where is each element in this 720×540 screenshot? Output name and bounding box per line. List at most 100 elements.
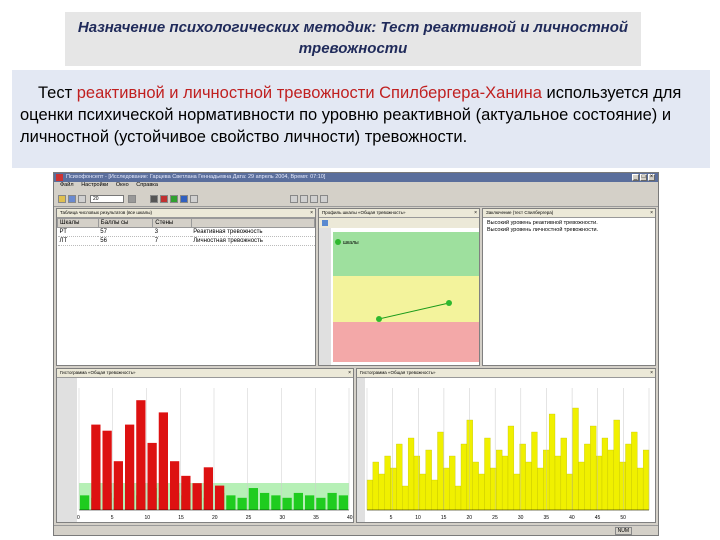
x-tick-label: 50 [620, 515, 626, 521]
description-part1: Тест [38, 84, 77, 102]
bar-yellow [466, 419, 473, 511]
table-row[interactable]: РТ 57 3 Реактивная тревожность [57, 227, 315, 237]
app-menubar: Файл Настройки Окно Справка [54, 182, 658, 191]
tile-icon[interactable] [310, 195, 318, 203]
cell-label: Личностная тревожность [191, 236, 315, 246]
bar-red [125, 424, 135, 510]
profile-toolbar [319, 218, 479, 228]
profile-title: Профиль шкалы «Общая тревожность» × [319, 209, 479, 218]
menu-settings[interactable]: Настройки [81, 182, 108, 188]
slide-title: Назначение психологических методик: Тест… [77, 19, 629, 57]
pane-close-icon[interactable]: × [310, 209, 313, 217]
bar-red [192, 483, 202, 510]
maximize-button[interactable]: □ [640, 174, 647, 181]
bar-yellow [460, 443, 468, 511]
cascade-icon[interactable] [300, 195, 308, 203]
bar-yellow [584, 443, 591, 511]
bar-yellow [496, 449, 503, 511]
pane-close-icon[interactable]: × [650, 369, 653, 377]
x-tick-label: 15 [441, 515, 447, 521]
bold-icon[interactable] [150, 195, 158, 203]
slide-title-box: Назначение психологических методик: Тест… [65, 12, 641, 66]
bar-green [260, 492, 270, 510]
profile-point-rt[interactable] [376, 316, 382, 322]
bar-yellow [642, 449, 650, 511]
histogram-right-pane: Гистограмма «Общая тревожность» × 5 10 15 20… [356, 368, 656, 523]
histogram-left-chart: 0 5 10 15 20 25 30 35 40 [57, 378, 353, 522]
bar-yellow [619, 461, 626, 511]
bar-yellow [449, 455, 456, 511]
bar-yellow [484, 437, 491, 511]
x-tick-label: 40 [347, 515, 353, 521]
grid-icon[interactable] [180, 195, 188, 203]
help-icon[interactable] [320, 195, 328, 203]
print-icon[interactable] [78, 195, 86, 203]
bar-yellow [572, 407, 579, 511]
bar-green [248, 488, 258, 510]
bar-yellow [454, 485, 462, 511]
profile-tool-icon[interactable] [322, 220, 328, 226]
bar-yellow [396, 443, 403, 511]
bar-yellow [525, 461, 532, 511]
y-axis-strip [57, 378, 77, 522]
save-icon[interactable] [68, 195, 76, 203]
x-tick-label: 5 [111, 515, 114, 521]
histogram-left-title: Гистограмма «Общая тревожность» × [57, 369, 353, 378]
bar-yellow [531, 431, 538, 511]
bar-yellow [431, 479, 438, 511]
pane-close-icon[interactable]: × [348, 369, 351, 377]
bar-yellow [554, 455, 562, 511]
bar-green [305, 495, 315, 510]
table-row[interactable]: ЛТ 56 7 Личностная тревожность [57, 236, 315, 246]
bar-green [237, 497, 247, 510]
table-icon[interactable] [170, 195, 178, 203]
results-table: Шкалы Баллы сы Стены РТ 57 3 Реактивная … [57, 218, 315, 246]
x-tick-label: 10 [145, 515, 151, 521]
bar-yellow [595, 455, 603, 511]
bar-green [226, 495, 236, 510]
bar-green [282, 497, 292, 510]
open-icon[interactable] [58, 195, 66, 203]
menu-file[interactable]: Файл [60, 182, 74, 188]
pane-close-icon[interactable]: × [650, 209, 653, 217]
results-table-pane: Таблица числовых результатов (все шкалы)… [56, 208, 316, 366]
conclusion-line: Высокий уровень реактивной тревожности. [487, 220, 598, 226]
cell-raw: 56 [98, 236, 153, 246]
bar-yellow [637, 467, 644, 511]
profile-point-lt[interactable] [446, 300, 452, 306]
bar-yellow [601, 437, 609, 511]
cell-scale: РТ [57, 227, 99, 237]
bar-yellow [437, 431, 444, 511]
bar-red [136, 400, 146, 510]
conclusion-line: Высокий уровень личностной тревожности. [487, 227, 599, 233]
legend-label: шкалы [343, 240, 359, 246]
description-text: Тест реактивной и личностной тревожности… [20, 82, 700, 148]
bar-yellow [507, 425, 515, 511]
dropdown-icon[interactable] [128, 195, 136, 203]
col-raw[interactable]: Баллы сы [97, 218, 154, 228]
chart-icon[interactable] [160, 195, 168, 203]
pane-close-icon[interactable]: × [474, 209, 477, 217]
profile-axis [319, 228, 331, 365]
bar-yellow [613, 419, 620, 511]
toolbar-value-field[interactable]: 20 [90, 195, 124, 203]
bar-red [181, 475, 191, 510]
bar-yellow [472, 461, 479, 511]
window-icon[interactable] [290, 195, 298, 203]
bar-red [102, 430, 112, 510]
col-sten[interactable]: Стены [152, 218, 192, 228]
bar-green [316, 497, 326, 510]
bar-red [147, 442, 157, 510]
minimize-button[interactable]: _ [632, 174, 639, 181]
col-label[interactable] [190, 218, 315, 228]
bar-yellow [548, 413, 556, 511]
bar-yellow [578, 461, 585, 511]
col-scale[interactable]: Шкалы [57, 218, 99, 228]
menu-window[interactable]: Окно [116, 182, 129, 188]
menu-help[interactable]: Справка [136, 182, 158, 188]
bar-red [170, 461, 180, 510]
y-axis-strip [357, 378, 365, 522]
bar-yellow [631, 431, 638, 511]
close-button[interactable]: × [648, 174, 655, 181]
settings-icon[interactable] [190, 195, 198, 203]
